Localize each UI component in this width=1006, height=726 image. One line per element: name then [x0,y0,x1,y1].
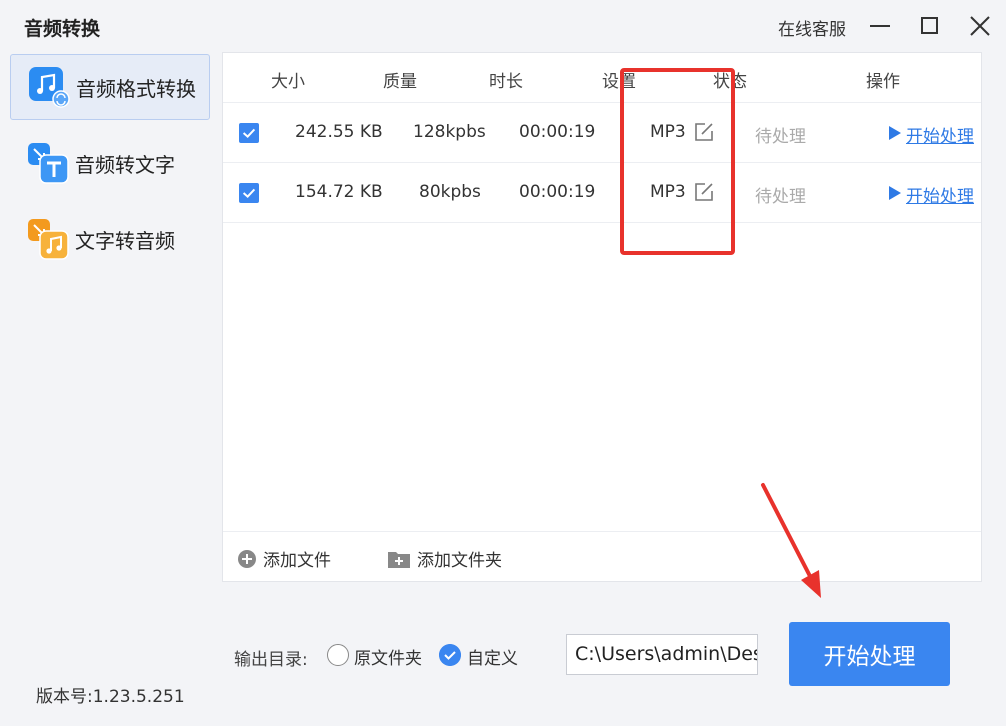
add-file-label: 添加文件 [263,551,331,571]
play-icon[interactable] [888,125,902,141]
column-header-size: 大小 [271,72,305,92]
maximize-icon[interactable] [916,12,944,40]
sidebar-item-label: 文字转音频 [75,228,175,253]
audio-to-text-icon [28,143,69,184]
row-checkbox[interactable] [239,183,259,203]
column-header-action: 操作 [866,72,900,92]
output-directory-label: 输出目录: [234,650,308,670]
add-file-button[interactable]: 添加文件 [237,546,331,571]
file-size: 242.55 KB [295,122,383,142]
online-support-link[interactable]: 在线客服 [778,15,846,40]
music-convert-icon [29,67,70,108]
radio-original-folder-label[interactable]: 原文件夹 [354,644,422,669]
file-status: 待处理 [755,187,806,207]
sidebar-item-audio-format-convert[interactable]: 音频格式转换 [10,54,210,120]
radio-original-folder[interactable] [327,644,349,666]
panel-footer: 添加文件 添加文件夹 [223,531,981,581]
add-folder-button[interactable]: 添加文件夹 [387,546,502,571]
title-bar: 音频转换 在线客服 [0,0,1006,52]
highlight-box [620,68,735,255]
file-status: 待处理 [755,127,806,147]
table-header: 大小 质量 时长 设置 状态 操作 [223,53,981,103]
row-checkbox[interactable] [239,123,259,143]
sidebar-item-label: 音频转文字 [75,152,175,177]
file-duration: 00:00:19 [519,122,596,142]
table-row: 154.72 KB 80kpbs 00:00:19 MP3 待处理 开始处理 [223,163,981,223]
start-processing-button[interactable]: 开始处理 [789,622,950,686]
play-icon[interactable] [888,185,902,201]
sidebar-item-label: 音频格式转换 [76,76,196,101]
sidebar-item-audio-to-text[interactable]: 音频转文字 [10,130,210,196]
text-to-audio-icon [28,219,69,260]
file-quality: 80kpbs [419,182,481,202]
add-circle-icon [238,549,256,568]
file-size: 154.72 KB [295,182,383,202]
column-header-quality: 质量 [383,72,417,92]
column-header-duration: 时长 [489,72,523,92]
table-row: 242.55 KB 128kpbs 00:00:19 MP3 待处理 开始处理 [223,103,981,163]
sidebar-item-text-to-audio[interactable]: 文字转音频 [10,206,210,272]
radio-custom-label[interactable]: 自定义 [467,644,518,669]
file-duration: 00:00:19 [519,182,596,202]
close-icon[interactable] [966,12,994,40]
file-list-panel: 大小 质量 时长 设置 状态 操作 242.55 KB 128kpbs 00:0… [222,52,982,582]
arrow-annotation-icon [761,483,821,598]
add-folder-label: 添加文件夹 [417,551,502,571]
radio-custom[interactable] [439,644,461,666]
version-label: 版本号:1.23.5.251 [36,687,185,707]
start-processing-link[interactable]: 开始处理 [906,182,974,207]
output-path-field[interactable]: C:\Users\admin\Desktop [566,634,758,675]
minimize-icon[interactable] [866,12,894,40]
app-title: 音频转换 [24,18,101,40]
start-processing-link[interactable]: 开始处理 [906,122,974,147]
add-folder-icon [388,551,410,568]
file-quality: 128kpbs [413,122,486,142]
